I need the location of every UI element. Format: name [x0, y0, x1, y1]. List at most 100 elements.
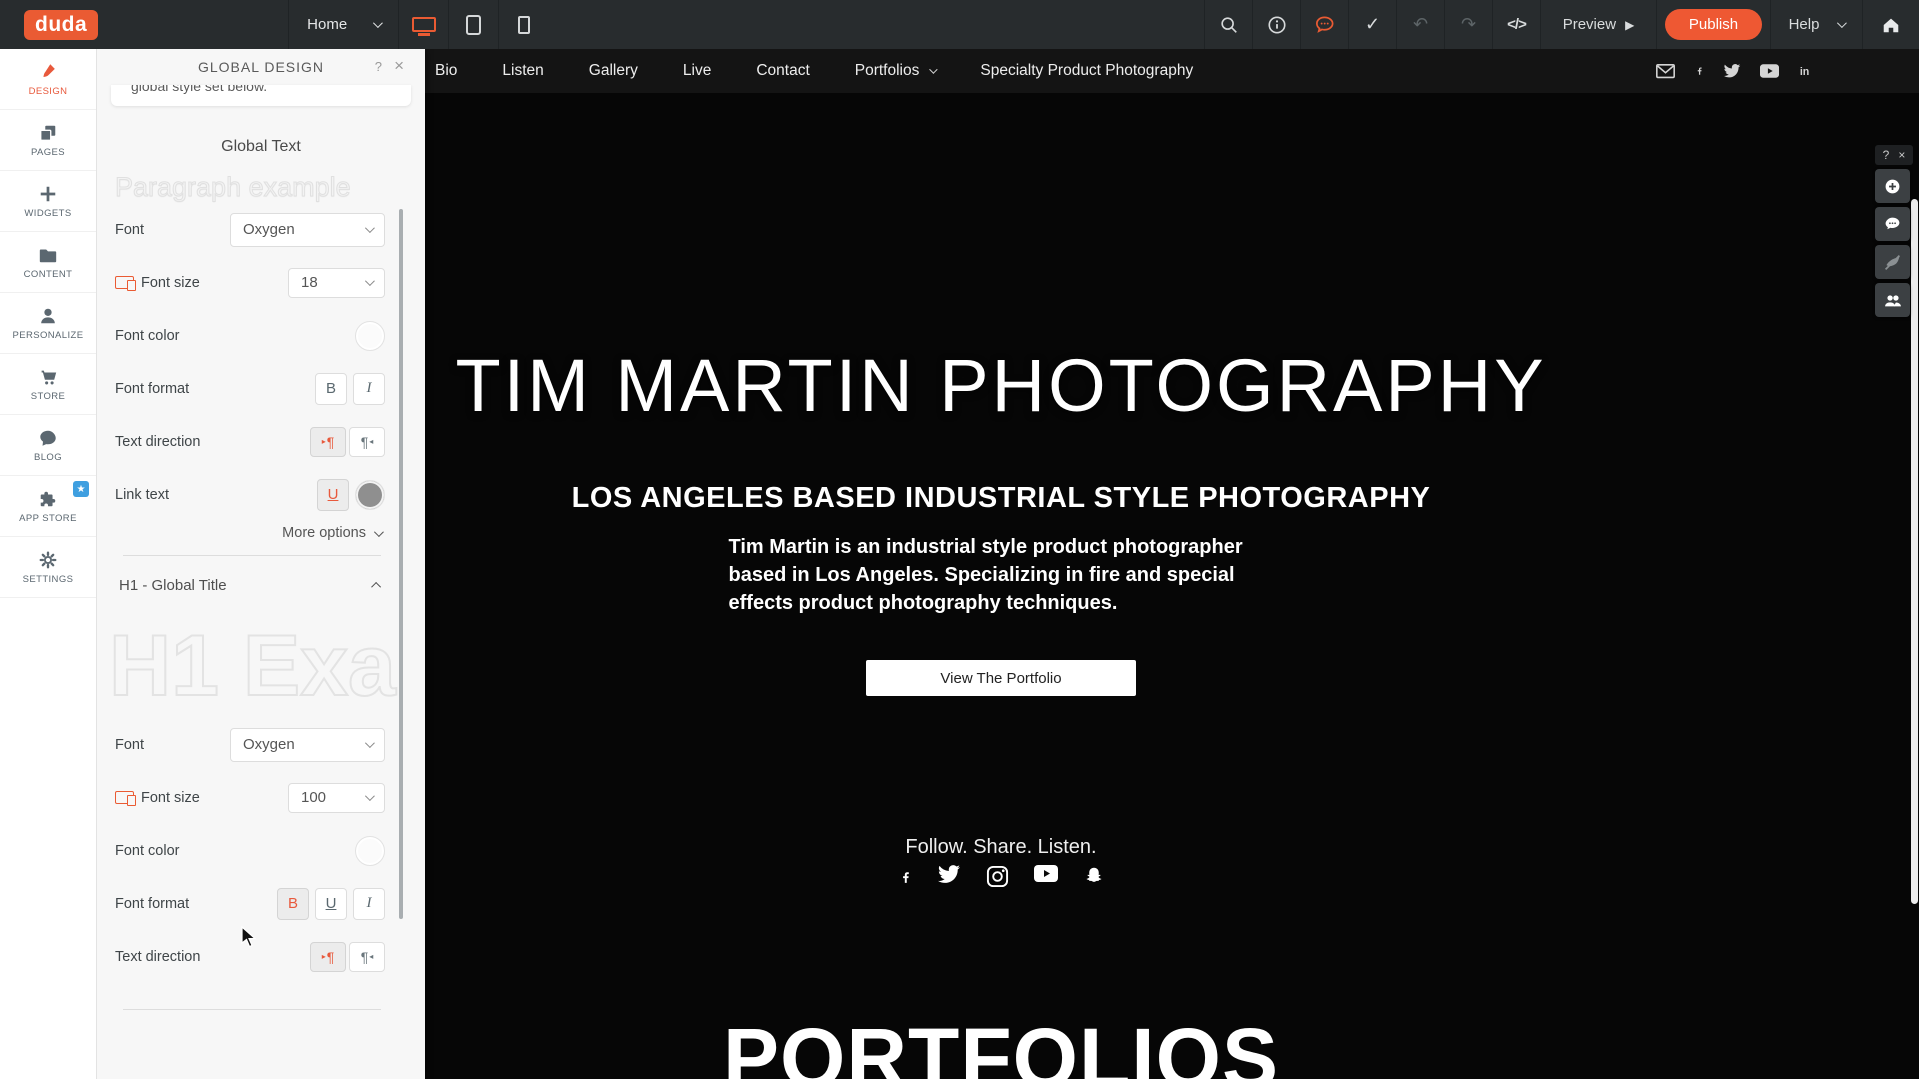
play-icon: ▶	[1625, 18, 1634, 32]
tablet-view-button[interactable]	[448, 0, 498, 49]
undo-button[interactable]: ↶	[1396, 0, 1444, 49]
close-icon[interactable]: ×	[394, 56, 405, 76]
sidebar-item-content[interactable]: CONTENT	[0, 232, 96, 293]
users-icon	[1883, 291, 1903, 310]
chevron-down-icon	[1837, 18, 1847, 28]
snapchat-icon[interactable]	[1083, 865, 1105, 888]
sidebar-item-widgets[interactable]: WIDGETS	[0, 171, 96, 232]
h1-font-select[interactable]: Oxygen	[230, 728, 385, 762]
paintbrush-icon	[38, 62, 58, 82]
global-text-heading: Global Text	[97, 138, 425, 156]
panel-scrollbar[interactable]	[399, 209, 403, 919]
check-icon: ✓	[1365, 14, 1380, 35]
twitter-icon[interactable]	[937, 865, 961, 885]
comments-button[interactable]	[1300, 0, 1348, 49]
sidebar-item-blog[interactable]: BLOG	[0, 415, 96, 476]
paragraph-preview: Paragraph example	[115, 172, 425, 203]
ltr-arrow-icon: ▸	[322, 437, 326, 446]
h1-ltr-button[interactable]: ▸¶	[310, 942, 346, 972]
comment-icon	[1314, 14, 1335, 35]
mobile-icon	[518, 16, 530, 34]
link-color-swatch[interactable]	[355, 480, 385, 510]
nav-link[interactable]: Live	[683, 62, 711, 80]
help-icon[interactable]: ?	[375, 59, 383, 74]
h1-italic-button[interactable]: I	[353, 888, 385, 920]
nav-link[interactable]: Contact	[756, 62, 809, 80]
rtl-arrow-icon: ◂	[369, 437, 373, 446]
nav-link[interactable]: Specialty Product Photography	[980, 62, 1193, 80]
dev-mode-button[interactable]: </>	[1492, 0, 1540, 49]
font-color-swatch[interactable]	[355, 321, 385, 351]
h1-font-row: Font Oxygen	[97, 718, 425, 771]
youtube-icon[interactable]	[1760, 64, 1779, 78]
italic-button[interactable]: I	[353, 373, 385, 405]
duda-logo[interactable]: duda	[24, 10, 98, 40]
close-icon[interactable]: ×	[1898, 148, 1905, 162]
h1-underline-button[interactable]: U	[315, 888, 347, 920]
h1-rtl-button[interactable]: ¶◂	[349, 942, 385, 972]
twitter-icon[interactable]	[1723, 64, 1741, 79]
sidebar-item-pages[interactable]: PAGES	[0, 110, 96, 171]
desktop-view-button[interactable]	[398, 0, 448, 49]
redo-button[interactable]: ↷	[1444, 0, 1492, 49]
collaborators-button[interactable]	[1875, 283, 1910, 317]
nav-link-portfolios[interactable]: Portfolios	[855, 62, 936, 80]
sidebar-item-app-store[interactable]: ★ APP STORE	[0, 476, 96, 537]
help-icon[interactable]: ?	[1883, 148, 1890, 162]
save-button[interactable]: ✓	[1348, 0, 1396, 49]
portfolios-section[interactable]: PORTFOLIOS	[425, 990, 1577, 1079]
dashboard-home-button[interactable]	[1862, 0, 1919, 49]
text-font-size-row: Font size 18	[97, 256, 425, 309]
search-button[interactable]	[1204, 0, 1252, 49]
help-menu[interactable]: Help	[1770, 0, 1862, 49]
hero-section[interactable]: TIM MARTIN PHOTOGRAPHY LOS ANGELES BASED…	[425, 93, 1919, 990]
site-title[interactable]: TIM MARTIN PHOTOGRAPHY	[425, 343, 1577, 428]
more-options[interactable]: More options	[97, 521, 425, 555]
site-canvas[interactable]: Bio Listen Gallery Live Contact Portfoli…	[425, 49, 1919, 1079]
comments-tool-button[interactable]	[1875, 207, 1910, 241]
site-intro-paragraph[interactable]: Tim Martin is an industrial style produc…	[729, 533, 1274, 617]
h1-section-header[interactable]: H1 - Global Title	[97, 556, 425, 614]
nav-social-icons: in	[1656, 62, 1815, 80]
nav-link[interactable]: Gallery	[589, 62, 638, 80]
social-caption: Follow. Share. Listen.	[425, 836, 1577, 859]
zoom-tool-button[interactable]	[1875, 169, 1910, 203]
sidebar-item-store[interactable]: STORE	[0, 354, 96, 415]
facebook-icon[interactable]	[898, 865, 912, 889]
nav-link[interactable]: Bio	[435, 62, 457, 80]
email-icon[interactable]	[1656, 64, 1675, 79]
comment-icon	[1883, 215, 1902, 234]
publish-cell: Publish	[1656, 0, 1770, 49]
info-button[interactable]	[1252, 0, 1300, 49]
ltr-button[interactable]: ▸¶	[310, 427, 346, 457]
sidebar-item-design[interactable]: DESIGN	[0, 49, 96, 110]
facebook-icon[interactable]	[1694, 62, 1704, 80]
instagram-icon[interactable]	[986, 865, 1009, 888]
page-selector[interactable]: Home	[288, 0, 398, 49]
pilcrow-icon: ¶	[361, 949, 369, 965]
linkedin-icon[interactable]: in	[1798, 63, 1815, 79]
font-size-select[interactable]: 18	[288, 268, 385, 298]
sidebar-item-personalize[interactable]: PERSONALIZE	[0, 293, 96, 354]
publish-button[interactable]: Publish	[1665, 9, 1762, 40]
h1-font-size-select[interactable]: 100	[288, 783, 385, 813]
preview-button[interactable]: Preview ▶	[1540, 0, 1656, 49]
rtl-button[interactable]: ¶◂	[349, 427, 385, 457]
link-underline-button[interactable]: U	[317, 479, 349, 511]
youtube-icon[interactable]	[1034, 865, 1058, 882]
nav-link[interactable]: Listen	[502, 62, 543, 80]
view-portfolio-button[interactable]: View The Portfolio	[866, 660, 1136, 696]
h1-bold-button[interactable]: B	[277, 888, 309, 920]
page-selector-label: Home	[307, 16, 347, 33]
text-font-color-row: Font color	[97, 309, 425, 362]
h1-font-color-swatch[interactable]	[355, 836, 385, 866]
bold-button[interactable]: B	[315, 373, 347, 405]
site-navbar: Bio Listen Gallery Live Contact Portfoli…	[425, 49, 1919, 93]
font-select[interactable]: Oxygen	[230, 213, 385, 247]
hide-tool-button[interactable]	[1875, 245, 1910, 279]
mobile-view-button[interactable]	[498, 0, 548, 49]
pilcrow-icon: ¶	[327, 949, 335, 965]
sidebar-item-settings[interactable]: SETTINGS	[0, 537, 96, 598]
text-direction-row: Text direction ▸¶ ¶◂	[97, 415, 425, 468]
site-subtitle[interactable]: LOS ANGELES BASED INDUSTRIAL STYLE PHOTO…	[425, 482, 1577, 515]
